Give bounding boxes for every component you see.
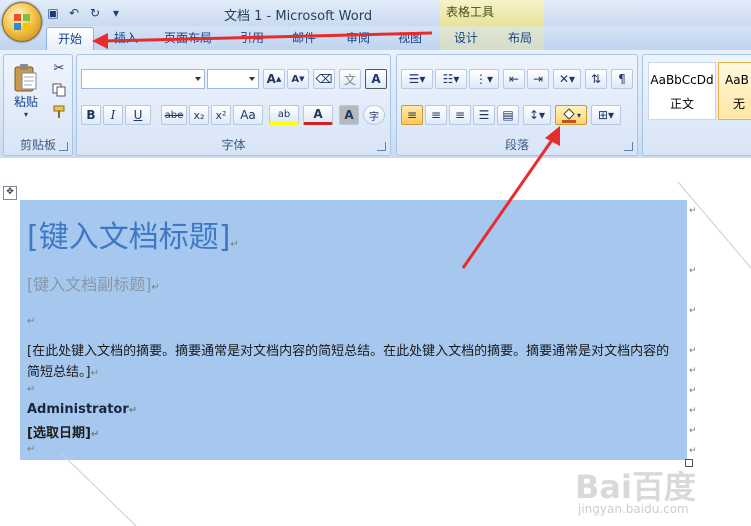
office-button[interactable] [2, 2, 42, 42]
red-arrow-to-shading-button [461, 126, 560, 269]
red-arrow-to-home-tab [92, 31, 433, 49]
baidu-watermark-url: jingyan.baidu.com [578, 502, 689, 516]
decorative-diagonal-line [677, 181, 751, 269]
decorative-diagonal-line [59, 451, 137, 526]
office-logo-icon [14, 14, 30, 30]
annotation-overlay [59, 31, 751, 526]
